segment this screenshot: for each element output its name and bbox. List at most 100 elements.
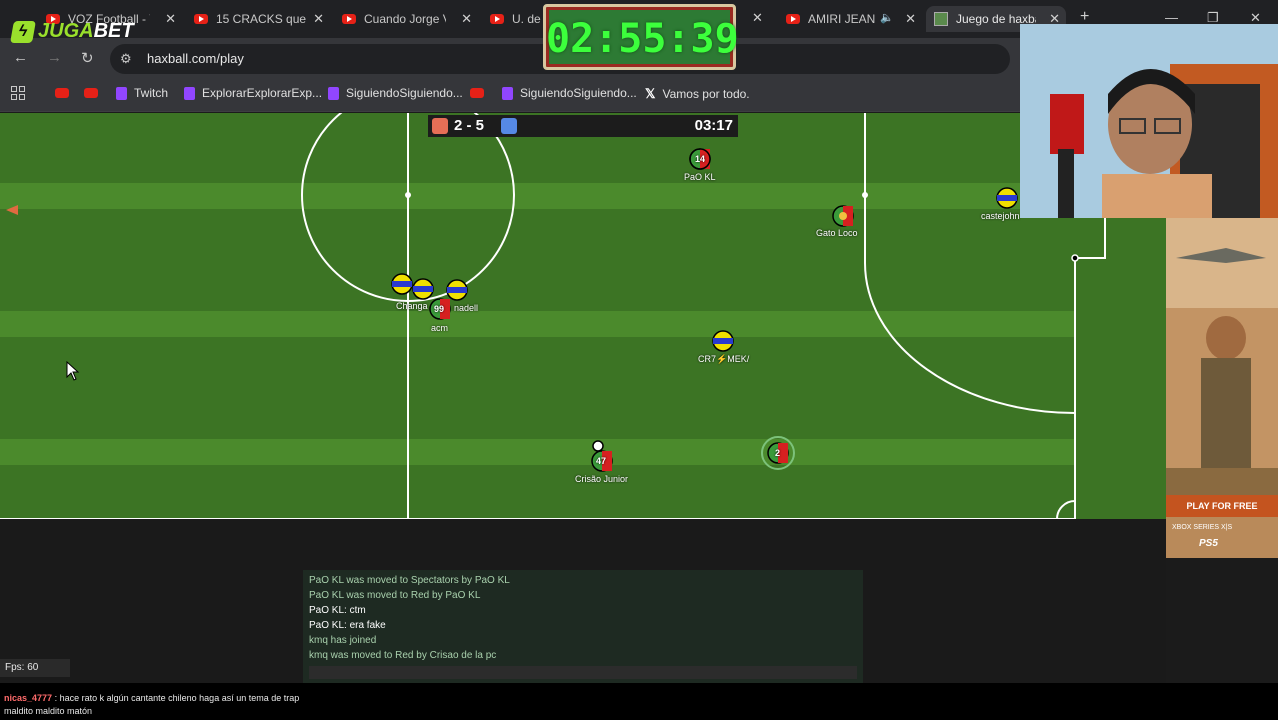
ad-banner[interactable]: PLAY FOR FREE XBOX SERIES X|S PS5: [1166, 218, 1278, 558]
webcam-image: [1020, 24, 1278, 218]
chat-line: PaO KL was moved to Red by PaO KL: [309, 590, 481, 601]
ad-image: [1166, 218, 1278, 495]
fps-counter: Fps: 60: [0, 659, 70, 677]
stream-chat-message-cont: maldito maldito matón: [4, 706, 93, 716]
avatar-number: 47: [596, 456, 607, 466]
speaker-icon[interactable]: 🔈: [880, 11, 894, 24]
screen: VOZ Football - Y ✕ 15 CRACKS que ✕ Cuand…: [0, 0, 1278, 720]
player-name: nadell: [454, 303, 479, 313]
player-name: castejohn: [981, 211, 1020, 221]
reload-icon[interactable]: ↻: [81, 49, 94, 67]
youtube-icon: [490, 14, 504, 24]
player-name: Changa: [396, 301, 428, 311]
bookmark-x[interactable]: 𝕏 Vamos por todo.: [645, 86, 750, 102]
close-icon[interactable]: ✕: [752, 10, 763, 26]
chat-panel: PaO KL was moved to Spectators by PaO KL…: [303, 570, 863, 683]
back-icon[interactable]: ←: [13, 49, 28, 66]
tab-2[interactable]: 15 CRACKS que ✕: [190, 6, 330, 32]
match-clock: 03:17: [694, 117, 733, 134]
bookmark-label: SiguiendoSiguiendo...: [520, 86, 637, 100]
stream-timer-text: 02:55:39: [546, 16, 739, 62]
tab-label: AMIRI JEAN: [808, 12, 876, 26]
tab-label: Cuando Jorge V: [364, 12, 446, 26]
apps-grid-icon[interactable]: [11, 86, 25, 100]
youtube-icon: [470, 88, 484, 98]
chat-line: PaO KL: ctm: [309, 605, 366, 616]
close-icon[interactable]: ✕: [905, 11, 916, 27]
score-text: 2 - 5: [454, 117, 485, 134]
avatar-number: 14: [695, 154, 706, 164]
chat-line: PaO KL was moved to Spectators by PaO KL: [309, 575, 510, 586]
bookmark-siguiendo-2[interactable]: SiguiendoSiguiendo...: [502, 86, 637, 100]
xbox-label: XBOX SERIES X|S: [1172, 524, 1233, 531]
bookmark-label: Vamos por todo.: [662, 87, 750, 101]
tab-5[interactable]: AMIRI JEAN 🔈 ✕: [782, 6, 922, 32]
ball: [592, 440, 604, 452]
player-name: Crisão Junior: [575, 474, 629, 484]
stream-chat-user: nicas_4777: [4, 693, 53, 703]
close-icon[interactable]: ✕: [313, 11, 324, 27]
scoreboard: 2 - 5 03:17: [428, 115, 738, 137]
player-blue-castejohn: [996, 187, 1018, 209]
twitch-icon: [116, 86, 127, 100]
youtube-icon: [194, 14, 208, 24]
site-info-icon[interactable]: ⚙: [120, 51, 132, 67]
x-icon: 𝕏: [645, 86, 656, 101]
haxball-icon: [934, 12, 948, 26]
bookmark-youtube-1[interactable]: [55, 88, 69, 98]
chat-input[interactable]: [309, 666, 857, 679]
tab-3[interactable]: Cuando Jorge V ✕: [338, 6, 478, 32]
bookmark-twitch[interactable]: Twitch: [116, 86, 168, 100]
logo-text-left: JUGA: [38, 20, 94, 42]
bookmark-explorar[interactable]: ExplorarExplorarExp...: [184, 86, 322, 100]
bookmark-youtube-3[interactable]: [470, 88, 484, 98]
bookmark-siguiendo-1[interactable]: SiguiendoSiguiendo...: [328, 86, 463, 100]
chat-line: kmq has joined: [309, 635, 377, 646]
chat-line: kmq was moved to Red by Crisao de la pc: [309, 650, 497, 661]
url-text: haxball.com/play: [147, 51, 244, 66]
twitch-icon: [184, 86, 195, 100]
tab-label: U. de C: [512, 12, 541, 26]
bookmark-label: SiguiendoSiguiendo...: [346, 86, 463, 100]
avatar-number: 2: [775, 448, 781, 458]
youtube-icon: [786, 14, 800, 24]
forward-icon[interactable]: →: [47, 49, 62, 66]
bookmark-label: Twitch: [134, 86, 169, 100]
player-blue-changa: [391, 273, 413, 295]
mouse-cursor-icon: [66, 361, 80, 381]
youtube-icon: [84, 88, 98, 98]
youtube-icon: [342, 14, 356, 24]
player-blue-nadell: [446, 279, 468, 301]
youtube-icon: [55, 88, 69, 98]
twitch-icon: [328, 86, 339, 100]
bookmark-youtube-2[interactable]: [84, 88, 98, 98]
player-name: CR7⚡MEK/: [698, 354, 750, 364]
close-icon[interactable]: ✕: [165, 11, 176, 27]
blue-team-icon: [501, 118, 517, 134]
field-lines: [0, 113, 1106, 519]
player-blue-cr7: [712, 330, 734, 352]
close-icon[interactable]: ✕: [461, 11, 472, 27]
avatar-number: 99: [434, 304, 445, 314]
stream-timer: 02:55:39: [543, 4, 739, 70]
chat-line: PaO KL: era fake: [309, 620, 386, 631]
stream-chat-message: hace rato k algún cantante chileno haga …: [59, 693, 300, 703]
player-blue-2: [412, 278, 434, 300]
player-name: Gato Loco: [816, 228, 858, 238]
ps5-label: PS5: [1199, 538, 1218, 549]
stream-chat-line: nicas_4777 : hace rato k algún cantante …: [4, 693, 299, 703]
player-name: PaO KL: [684, 172, 716, 182]
player-red-gato: [832, 205, 854, 227]
lightning-icon: ϟ: [10, 20, 36, 43]
play-for-free-button[interactable]: PLAY FOR FREE: [1166, 495, 1278, 517]
webcam-feed: [1020, 24, 1278, 218]
bookmark-label: ExplorarExplorarExp...: [202, 86, 323, 100]
player-name: acm: [431, 323, 449, 333]
red-team-icon: [432, 118, 448, 134]
jugabet-logo: ϟ JUGA BET: [10, 20, 134, 43]
tab-label: 15 CRACKS que: [216, 12, 307, 26]
tab-4[interactable]: U. de C: [486, 6, 541, 32]
minimize-icon[interactable]: —: [1165, 10, 1178, 25]
logo-text-right: BET: [93, 20, 134, 42]
twitch-icon: [502, 86, 513, 100]
